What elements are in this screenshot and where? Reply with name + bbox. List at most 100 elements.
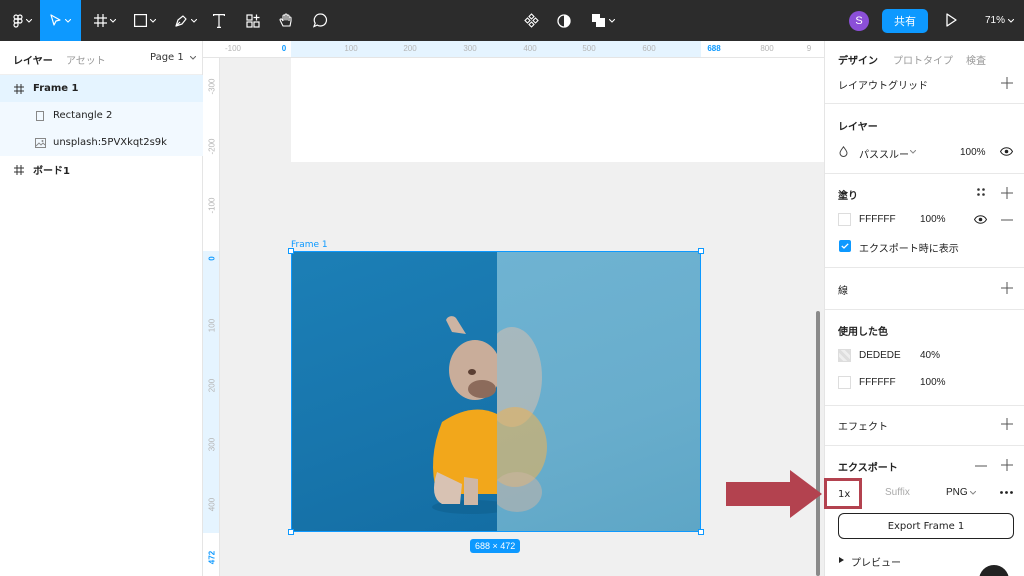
plus-icon[interactable] (1001, 77, 1013, 89)
used-color-hex: FFFFFF (859, 377, 896, 388)
ruler-horizontal: -100 0 100 200 300 400 500 600 688 800 9 (203, 41, 824, 58)
left-panel-tabs: レイヤー アセット Page 1 (0, 41, 202, 75)
ruler-tick: 0 (207, 256, 217, 261)
frame-icon (94, 14, 107, 27)
annotation-highlight-box (824, 478, 862, 509)
hand-icon (279, 13, 292, 27)
chevron-down-icon (910, 150, 916, 154)
show-in-export-label: エクスポート時に表示 (859, 244, 959, 255)
minus-icon[interactable] (1001, 214, 1013, 226)
boolean-button[interactable] (586, 0, 620, 41)
mask-button[interactable] (553, 0, 575, 41)
blend-mode-icon (839, 146, 848, 157)
play-icon (946, 13, 957, 27)
divider (825, 309, 1024, 310)
tab-inspect[interactable]: 検査 (966, 52, 986, 67)
text-tool-button[interactable] (208, 0, 230, 41)
shape-tool-button[interactable] (128, 0, 162, 41)
frame-tool-button[interactable] (88, 0, 122, 41)
export-section-title: エクスポート (838, 463, 898, 474)
dog-photo-blurred (482, 327, 547, 512)
plus-icon[interactable] (1001, 282, 1013, 294)
comment-tool-button[interactable] (308, 0, 332, 41)
minus-icon[interactable] (975, 460, 987, 472)
plus-icon[interactable] (1001, 187, 1013, 199)
ruler-tick: 200 (207, 378, 217, 393)
layer-name: ボード1 (33, 166, 70, 177)
boolean-union-icon (592, 14, 605, 27)
ruler-tick: 688 (707, 44, 721, 53)
toolbar: S 共有 71% (0, 0, 1024, 41)
fill-color-swatch[interactable] (838, 213, 851, 226)
zoom-menu[interactable]: 71% (985, 0, 1015, 41)
layer-section-title: レイヤー (838, 122, 878, 133)
layer-board-1[interactable]: ボード1 (0, 156, 203, 183)
more-options-icon[interactable] (1000, 491, 1013, 494)
chevron-down-icon (609, 18, 615, 23)
rectangle-icon (134, 14, 147, 27)
export-suffix-input[interactable]: Suffix (885, 487, 910, 498)
ruler-tick: 800 (760, 44, 774, 53)
ruler-tick: 472 (207, 550, 217, 565)
present-button[interactable] (944, 12, 958, 31)
plus-icon[interactable] (1001, 418, 1013, 430)
chevron-down-icon (1008, 18, 1015, 23)
components-button[interactable] (242, 0, 264, 41)
layer-opacity[interactable]: 100% (960, 147, 986, 158)
board-1[interactable] (291, 58, 824, 162)
create-component-button[interactable] (520, 0, 542, 41)
divider (825, 405, 1024, 406)
used-color-opacity: 40% (920, 350, 941, 361)
caret-right-icon[interactable] (839, 557, 844, 563)
fill-section-title: 塗り (838, 191, 858, 202)
pen-tool-button[interactable] (168, 0, 202, 41)
page-selector[interactable]: Page 1 (150, 52, 197, 63)
resize-handle-bl[interactable] (288, 529, 294, 535)
move-tool-button[interactable] (40, 0, 81, 41)
layer-name: Frame 1 (33, 83, 79, 94)
layer-frame-1[interactable]: Frame 1 (0, 75, 203, 102)
resize-handle-br[interactable] (698, 529, 704, 535)
show-in-export-checkbox[interactable] (839, 240, 851, 252)
share-button[interactable]: 共有 (882, 9, 928, 33)
dog-photo (432, 316, 512, 514)
divider (825, 103, 1024, 104)
used-color-swatch[interactable] (838, 376, 851, 389)
size-badge: 688 × 472 (470, 539, 521, 553)
fill-hex[interactable]: FFFFFF (859, 214, 896, 225)
layer-name: unsplash:5PVXkqt2s9k (53, 137, 167, 148)
resize-handle-tl[interactable] (288, 248, 294, 254)
blend-mode-select[interactable]: パススルー (859, 146, 909, 161)
user-avatar[interactable]: S (849, 11, 869, 31)
component-icon (523, 13, 539, 28)
frame-label[interactable]: Frame 1 (291, 240, 328, 250)
used-color-swatch[interactable] (838, 349, 851, 362)
layers-panel: レイヤー アセット Page 1 Frame 1 Rectangle 2 uns… (0, 41, 203, 576)
eye-icon[interactable] (974, 215, 987, 224)
style-grid-icon[interactable] (976, 187, 986, 197)
resize-handle-tr[interactable] (698, 248, 704, 254)
image-icon (35, 137, 46, 148)
main-menu-button[interactable] (6, 0, 38, 41)
plus-icon[interactable] (1001, 459, 1013, 471)
chevron-down-icon (25, 18, 32, 23)
canvas-scrollbar[interactable] (816, 311, 820, 576)
export-preview-toggle[interactable]: プレビュー (851, 554, 901, 569)
ruler-tick: 400 (523, 44, 537, 53)
tab-layers[interactable]: レイヤー (13, 52, 53, 67)
eye-icon[interactable] (1000, 147, 1013, 156)
export-format-select[interactable]: PNG (946, 487, 968, 498)
fill-opacity[interactable]: 100% (920, 214, 946, 225)
ruler-tick: 0 (281, 44, 287, 53)
layer-rectangle-2[interactable]: Rectangle 2 (0, 102, 203, 129)
ruler-tick: 400 (207, 497, 217, 512)
ruler-vertical: -300 -200 -100 0 100 200 300 400 472 (203, 58, 220, 576)
export-frame-button[interactable]: Export Frame 1 (838, 513, 1014, 539)
figma-logo-icon (12, 13, 23, 28)
tab-prototype[interactable]: プロトタイプ (893, 52, 953, 67)
layer-unsplash-image[interactable]: unsplash:5PVXkqt2s9k (0, 129, 203, 156)
hand-tool-button[interactable] (274, 0, 298, 41)
tab-assets[interactable]: アセット (66, 52, 106, 67)
frame-1[interactable] (291, 251, 701, 532)
tab-design[interactable]: デザイン (838, 52, 878, 67)
